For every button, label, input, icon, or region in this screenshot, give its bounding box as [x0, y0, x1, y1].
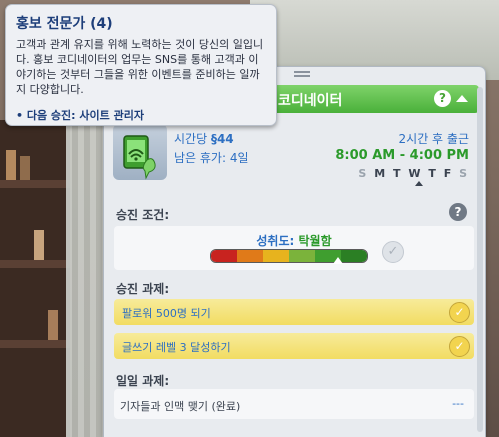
day-thu: T: [428, 167, 438, 180]
career-title: 코디네이터: [278, 93, 343, 109]
tooltip-next-promotion: • 다음 승진: 사이트 관리자: [16, 109, 144, 122]
promotion-tasks-label: 승진 과제:: [116, 282, 170, 296]
performance-level: 탁월함: [298, 234, 332, 248]
performance-segment: [211, 250, 237, 262]
pay-value: §44: [210, 132, 234, 146]
wifi-phone-icon: [113, 124, 167, 180]
shelf-book: [6, 150, 16, 180]
performance-box: 성취도: 탁월함 ✓: [114, 226, 474, 270]
performance-segment: [341, 250, 367, 262]
day-tue: T: [393, 167, 403, 180]
shelf-book: [34, 230, 44, 260]
performance-check-icon: ✓: [382, 241, 404, 263]
tooltip-description: 고객과 관계 유지를 위해 노력하는 것이 당신의 일입니다. 홍보 코디네이터…: [16, 38, 264, 96]
day-sat: S: [459, 167, 469, 180]
performance-bar: [210, 249, 368, 263]
scrollbar[interactable]: [477, 87, 483, 432]
shift-countdown: 2시간 후 출근: [398, 132, 469, 146]
career-tooltip: 홍보 전문가 (4) 고객과 관계 유지를 위해 노력하는 것이 당신의 일입니…: [5, 4, 277, 126]
daily-task-text: 기자들과 인맥 맺기 (완료): [120, 400, 241, 413]
day-mon: M: [374, 167, 388, 180]
performance-pointer-icon: [332, 257, 343, 264]
performance-segment: [263, 250, 289, 262]
shelf-book: [48, 310, 58, 340]
task-item[interactable]: 팔로워 500명 되기 ✓: [114, 299, 474, 325]
performance-segment: [237, 250, 263, 262]
help-icon[interactable]: ?: [434, 90, 451, 107]
background-bookshelf: [0, 120, 70, 437]
task-item[interactable]: 글쓰기 레벨 3 달성하기 ✓: [114, 333, 474, 359]
today-marker-icon: [415, 181, 423, 186]
check-icon: ✓: [449, 302, 470, 323]
vacation-days: 남은 휴가: 4일: [174, 151, 249, 165]
performance-segment: [289, 250, 315, 262]
job-icon-graphic: [123, 135, 156, 180]
daily-task-item[interactable]: 기자들과 인맥 맺기 (완료) ---: [114, 389, 474, 419]
background-curtain: [66, 120, 106, 437]
daily-task-label: 일일 과제:: [116, 374, 170, 388]
shift-hours: 8:00 AM - 4:00 PM: [335, 148, 469, 163]
day-wed: W: [408, 167, 423, 180]
day-fri: F: [443, 167, 454, 180]
tooltip-title: 홍보 전문가 (4): [16, 16, 113, 32]
promotion-requirements-label: 승진 조건:: [116, 208, 170, 222]
shelf-book: [20, 156, 30, 180]
task-text: 글쓰기 레벨 3 달성하기: [122, 341, 231, 354]
shelf-board: [0, 340, 70, 348]
collapse-icon[interactable]: [456, 95, 468, 102]
work-days: S M T W T F S: [358, 167, 469, 180]
performance-label: 성취도: 탁월함: [114, 232, 474, 249]
drag-handle-icon[interactable]: [294, 71, 310, 77]
check-icon: ✓: [449, 336, 470, 357]
performance-prefix: 성취도:: [256, 234, 299, 248]
day-sun: S: [358, 167, 369, 180]
promotion-help-icon[interactable]: ?: [449, 203, 467, 221]
shelf-board: [0, 180, 70, 188]
shelf-board: [0, 260, 70, 268]
daily-task-status: ---: [452, 397, 464, 410]
task-text: 팔로워 500명 되기: [122, 307, 211, 320]
hourly-pay: 시간당 §44: [174, 130, 234, 147]
pay-label: 시간당: [174, 132, 211, 146]
